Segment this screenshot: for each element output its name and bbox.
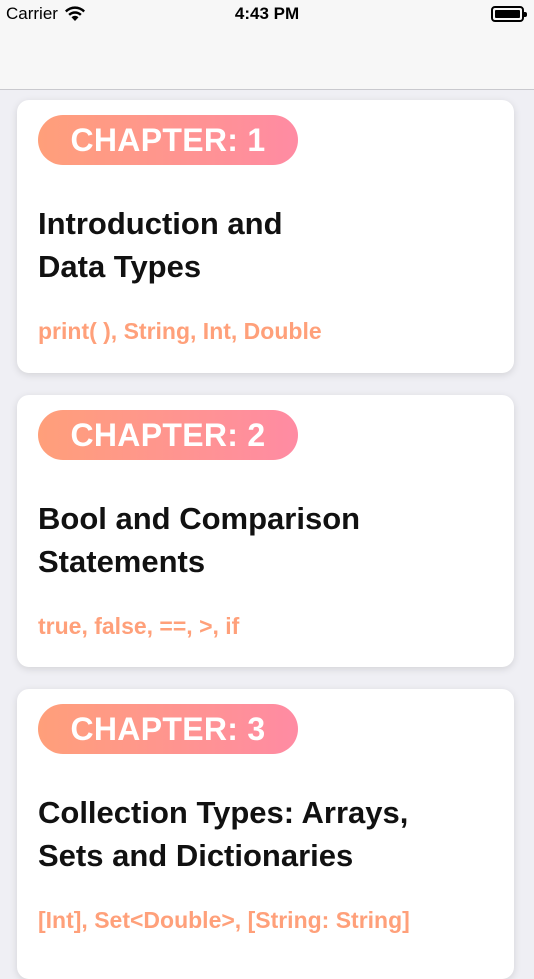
chapter-title: Collection Types: Arrays, Sets and Dicti… — [38, 795, 409, 873]
chapter-title: Bool and Comparison Statements — [38, 501, 361, 579]
chapter-topics: true, false, ==, >, if — [38, 613, 240, 639]
battery-icon — [491, 6, 527, 22]
chapter-badge: CHAPTER: 1 — [38, 115, 298, 165]
chapter-badge: CHAPTER: 3 — [38, 704, 298, 754]
navigation-bar — [0, 28, 534, 90]
chapter-title: Introduction and Data Types — [38, 206, 283, 284]
chapter-card-3[interactable]: CHAPTER: 3 Collection Types: Arrays, Set… — [17, 689, 514, 979]
chapter-topics: print( ), String, Int, Double — [38, 318, 322, 344]
chapter-card-1[interactable]: CHAPTER: 1 Introduction and Data Types p… — [17, 100, 514, 373]
chapter-card-2[interactable]: CHAPTER: 2 Bool and Comparison Statement… — [17, 395, 514, 667]
chapter-badge: CHAPTER: 2 — [38, 410, 298, 460]
chapter-topics: [Int], Set<Double>, [String: String] — [38, 907, 410, 933]
status-bar: Carrier 4:43 PM — [0, 0, 534, 28]
status-time: 4:43 PM — [234, 4, 300, 23]
